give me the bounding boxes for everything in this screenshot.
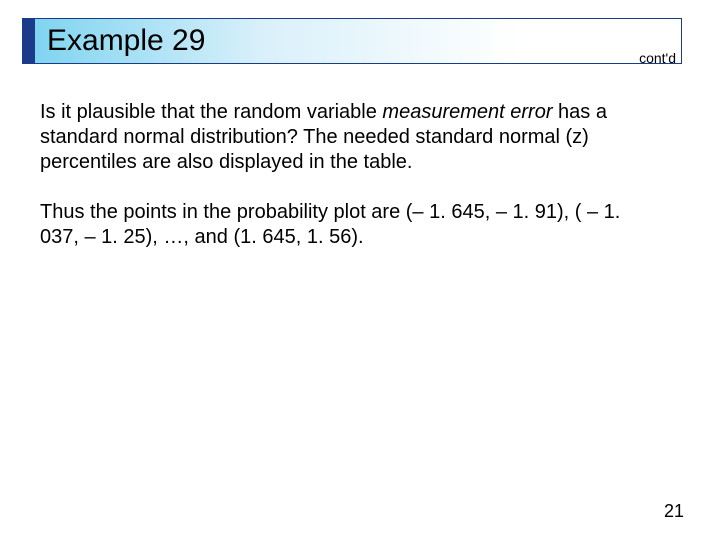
continued-label: cont'd [639,50,676,66]
title-container: Example 29 [22,18,682,64]
title-accent-bar [23,19,35,63]
slide-title: Example 29 [47,24,205,58]
page-number: 21 [664,501,684,522]
paragraph-1: Is it plausible that the random variable… [40,100,660,175]
paragraph-1-pre: Is it plausible that the random variable [40,101,382,123]
paragraph-2: Thus the points in the probability plot … [40,200,660,250]
paragraph-1-italic: measurement error [382,101,552,123]
